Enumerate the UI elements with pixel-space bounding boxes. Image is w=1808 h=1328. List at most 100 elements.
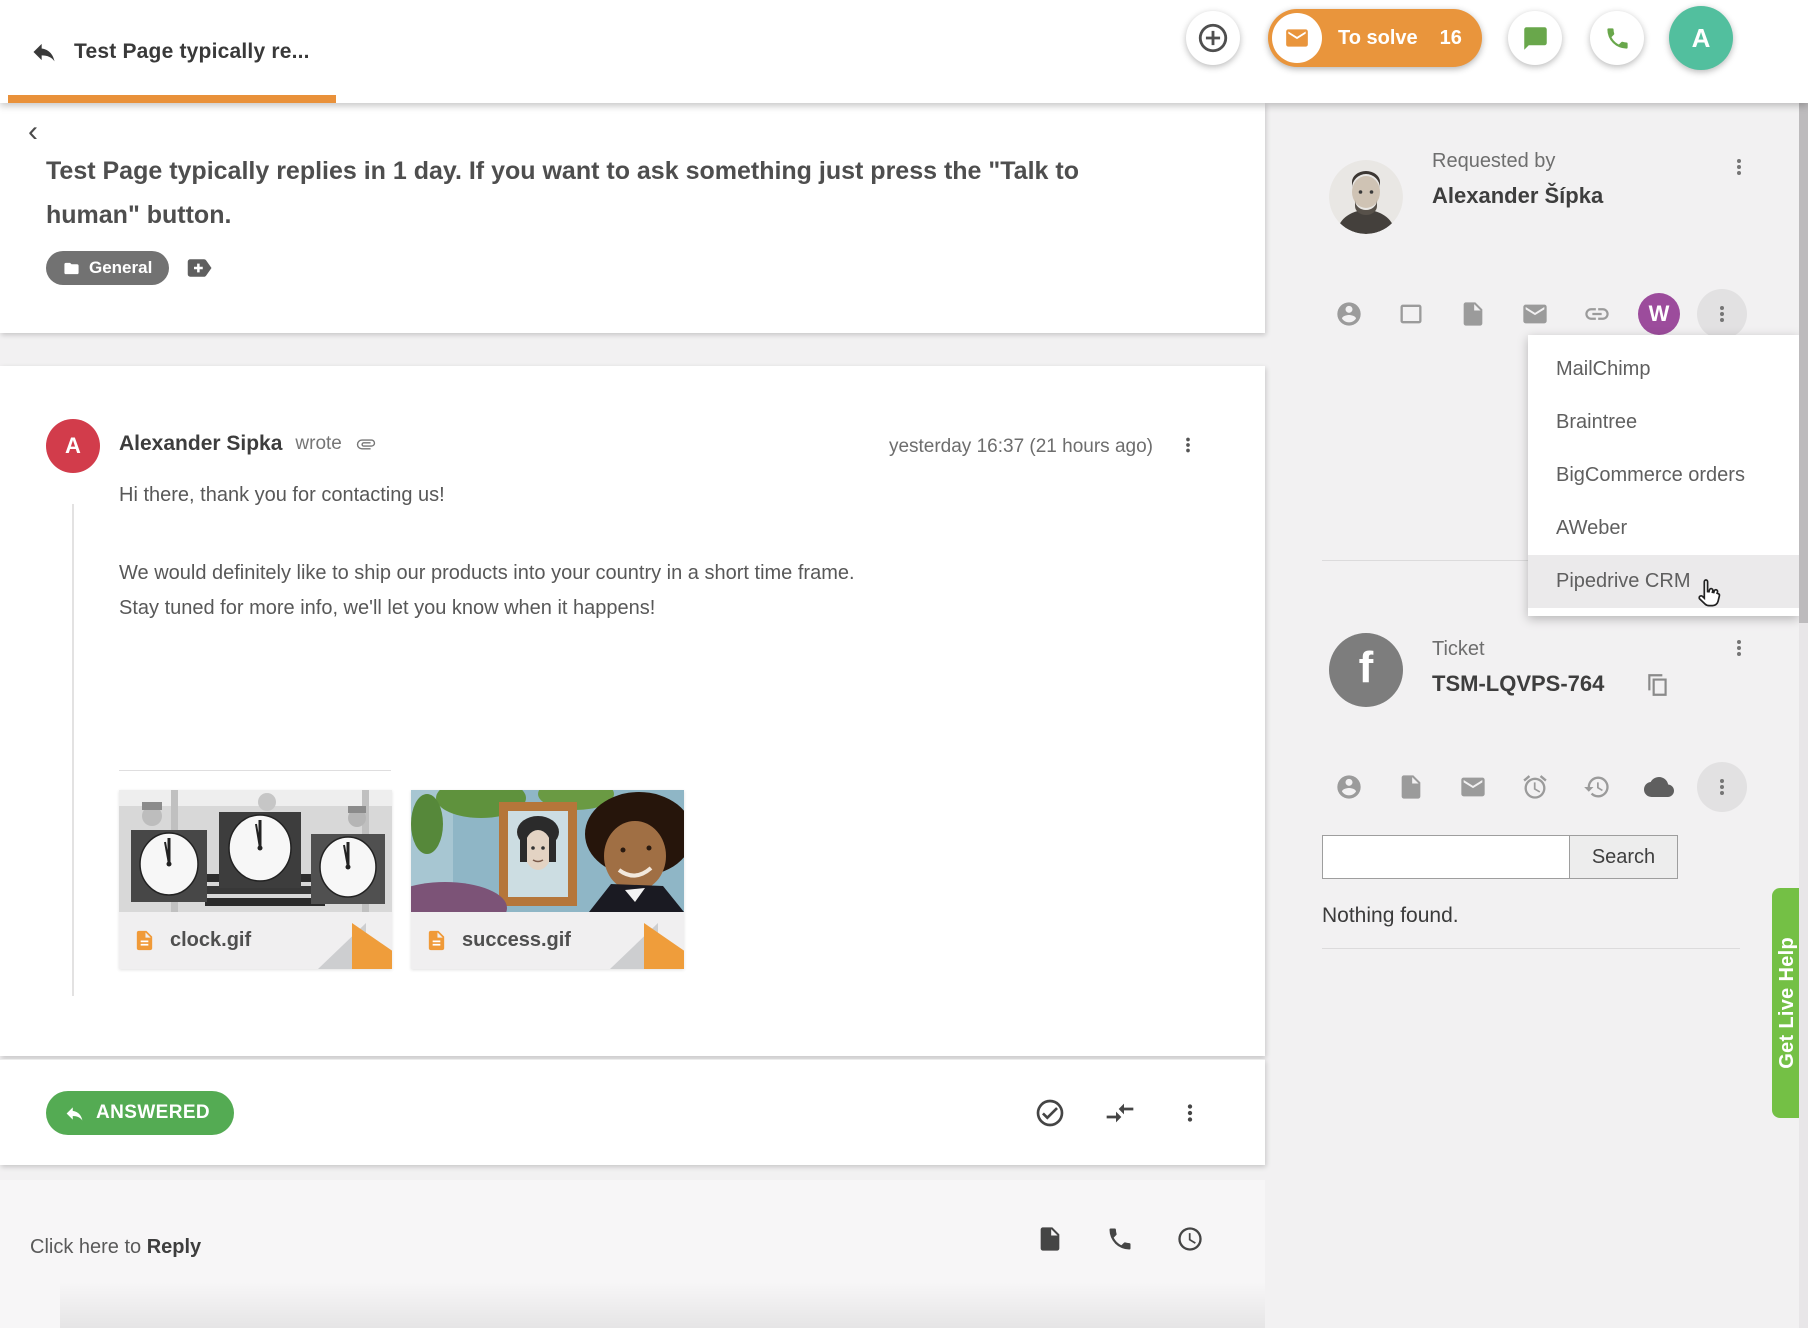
copy-icon: [1645, 672, 1671, 698]
active-tab-indicator: [8, 95, 336, 103]
message-timestamp: yesterday 16:37 (21 hours ago): [889, 436, 1153, 458]
requester-more-integrations-button[interactable]: [1697, 289, 1747, 339]
ticket-label: Ticket: [1432, 638, 1485, 661]
ticket-title-line1: Test Page typically replies in 1 day. If…: [46, 157, 1079, 185]
message-menu-button[interactable]: [1173, 430, 1203, 460]
copy-ticket-code-button[interactable]: [1642, 669, 1674, 701]
schedule-button[interactable]: [1173, 1222, 1207, 1256]
calls-button[interactable]: [1590, 11, 1644, 65]
card-icon[interactable]: [1387, 290, 1435, 338]
account-icon[interactable]: [1325, 290, 1373, 338]
success-gif-preview: [411, 790, 684, 912]
menu-item-pipedrive[interactable]: Pipedrive CRM: [1528, 555, 1799, 608]
menu-item-bigcommerce[interactable]: BigCommerce orders: [1528, 449, 1799, 502]
chats-button[interactable]: [1508, 11, 1562, 65]
back-chevron-icon[interactable]: ‹: [16, 115, 50, 149]
more-vert-icon: [1710, 775, 1734, 799]
file-icon[interactable]: [1387, 763, 1435, 811]
mail-icon[interactable]: [1511, 290, 1559, 338]
more-vert-icon: [1727, 636, 1751, 660]
message-footer: ANSWERED: [0, 1059, 1265, 1165]
ticket-menu-button[interactable]: [1722, 631, 1756, 665]
message-card: A Alexander Sipka wrote yesterday 16:37 …: [0, 366, 1265, 1056]
attachment-success-gif[interactable]: success.gif: [411, 790, 684, 969]
get-live-help-label: Get Live Help: [1776, 937, 1799, 1069]
message-line: Stay tuned for more info, we'll let you …: [119, 597, 655, 619]
plus-circle-icon: [1196, 21, 1230, 55]
sidebar-search: Search: [1322, 835, 1678, 879]
sidebar-divider: [1322, 948, 1740, 949]
transfer-button[interactable]: [1103, 1096, 1137, 1130]
more-vert-icon: [1710, 302, 1734, 326]
integrations-dropdown: MailChimp Braintree BigCommerce orders A…: [1528, 335, 1799, 616]
alarm-icon[interactable]: [1511, 763, 1559, 811]
phone-icon: [1604, 25, 1631, 52]
attachment-clock-gif[interactable]: clock.gif: [119, 790, 392, 969]
requester-name: Alexander Šípka: [1432, 183, 1603, 209]
message-paragraph: We would definitely like to ship our pro…: [119, 556, 855, 626]
reply-icon: [64, 1103, 85, 1124]
tab-title: Test Page typically re...: [74, 40, 310, 64]
message-action: wrote: [295, 433, 341, 455]
menu-item-aweber[interactable]: AWeber: [1528, 502, 1799, 555]
chat-bubble-icon: [1522, 25, 1549, 52]
search-button[interactable]: Search: [1570, 835, 1678, 879]
history-icon[interactable]: [1573, 763, 1621, 811]
footer-menu-button[interactable]: [1173, 1096, 1207, 1130]
file-icon[interactable]: [1449, 290, 1497, 338]
app-root: Test Page typically re... To solve 16: [0, 0, 1808, 1328]
reply-prompt: Click here to Reply: [30, 1236, 201, 1259]
file-icon: [425, 929, 448, 952]
check-circle-icon: [1034, 1097, 1066, 1129]
scrollbar-track[interactable]: [1799, 103, 1808, 1328]
facebook-icon: f: [1359, 643, 1374, 693]
requester-integrations-row: W: [1325, 289, 1747, 339]
scrollbar-thumb[interactable]: [1799, 103, 1808, 623]
reply-icon: [30, 38, 58, 66]
message-line: We would definitely like to ship our pro…: [119, 562, 855, 584]
ticket-title-line2: human" button.: [46, 201, 231, 229]
more-vert-icon: [1727, 155, 1751, 179]
answered-status-button[interactable]: ANSWERED: [46, 1091, 234, 1135]
cloud-icon[interactable]: [1635, 763, 1683, 811]
mail-icon: [1284, 25, 1310, 51]
add-tag-icon: [184, 253, 214, 283]
tag-general[interactable]: General: [46, 251, 169, 285]
footer-actions: [1033, 1060, 1207, 1166]
note-button[interactable]: [1033, 1222, 1067, 1256]
ticket-title: Test Page typically replies in 1 day. If…: [46, 149, 1206, 237]
search-input[interactable]: [1322, 835, 1570, 879]
to-solve-label: To solve: [1338, 27, 1418, 50]
menu-item-mailchimp[interactable]: MailChimp: [1528, 343, 1799, 396]
add-tag-button[interactable]: [183, 252, 215, 284]
link-icon[interactable]: [1573, 290, 1621, 338]
swap-arrows-icon: [1104, 1097, 1136, 1129]
mail-icon[interactable]: [1449, 763, 1497, 811]
resolve-button[interactable]: [1033, 1096, 1067, 1130]
call-button[interactable]: [1103, 1222, 1137, 1256]
clock-gif-preview: [119, 790, 392, 912]
add-ticket-button[interactable]: [1186, 11, 1240, 65]
status-badge: ANSWERED: [96, 1102, 210, 1124]
file-icon: [133, 929, 156, 952]
reply-actions: [1033, 1222, 1207, 1256]
search-no-results: Nothing found.: [1322, 904, 1459, 928]
account-icon[interactable]: [1325, 763, 1373, 811]
agent-avatar[interactable]: A: [1669, 6, 1733, 70]
to-solve-button[interactable]: To solve 16: [1268, 9, 1482, 67]
get-live-help-button[interactable]: Get Live Help: [1772, 888, 1802, 1118]
tags-row: General: [46, 251, 215, 285]
ticket-more-integrations-button[interactable]: [1697, 762, 1747, 812]
tab-open-ticket[interactable]: Test Page typically re...: [0, 0, 310, 103]
requester-menu-button[interactable]: [1722, 150, 1756, 184]
reply-bar[interactable]: Click here to Reply: [0, 1180, 1265, 1328]
w-integration-badge[interactable]: W: [1638, 293, 1680, 335]
attachment-divider: [119, 770, 391, 771]
attachment-filename: clock.gif: [170, 929, 251, 952]
menu-item-braintree[interactable]: Braintree: [1528, 396, 1799, 449]
message-avatar-letter: A: [65, 433, 81, 459]
ticket-code: TSM-LQVPS-764: [1432, 671, 1604, 697]
content-area: ‹ Test Page typically replies in 1 day. …: [0, 103, 1808, 1328]
folder-icon: [63, 260, 80, 277]
attachments-row: clock.gif: [119, 790, 684, 969]
